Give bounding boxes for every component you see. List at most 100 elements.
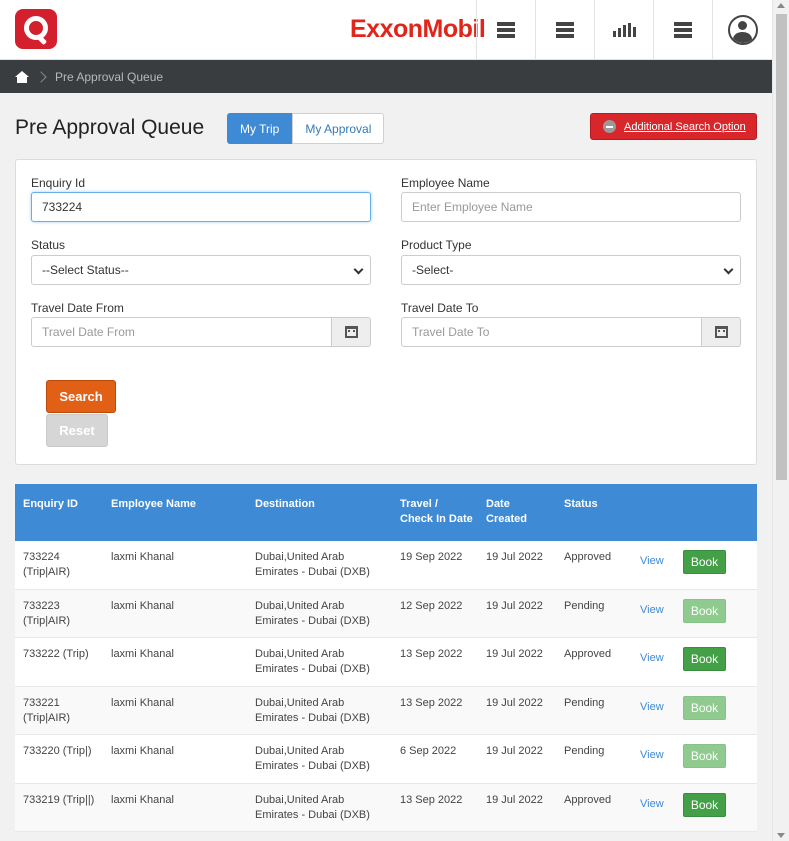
enquiry-id-text: 733223 — [23, 599, 60, 612]
col-employee-name: Employee Name — [111, 498, 196, 510]
travel-to-placeholder: Travel Date To — [412, 325, 490, 339]
destination-line1: Dubai,United Arab — [255, 648, 345, 660]
tab-my-trip[interactable]: My Trip — [227, 113, 293, 144]
view-link[interactable]: View — [640, 798, 664, 810]
travel-from-placeholder: Travel Date From — [42, 325, 135, 339]
cell-date-created: 19 Jul 2022 — [486, 648, 543, 660]
cell-enquiry-id: 733224 (Trip|AIR) — [23, 550, 70, 580]
destination-line1: Dubai,United Arab — [255, 696, 345, 709]
view-link[interactable]: View — [640, 555, 664, 567]
product-type-select[interactable]: -Select- — [401, 255, 741, 285]
enquiry-type-text: (Trip|AIR) — [23, 566, 71, 578]
chevron-down-icon — [353, 264, 364, 275]
book-button[interactable]: Book — [683, 647, 726, 671]
destination-line1: Dubai,United Arab — [255, 551, 345, 563]
search-button[interactable]: Search — [46, 380, 116, 413]
user-button[interactable] — [712, 0, 772, 60]
enquiry-id-input[interactable]: 733224 — [31, 192, 371, 222]
cell-destination: Dubai,United Arab Emirates - Dubai (DXB) — [255, 744, 370, 774]
status-selected: --Select Status-- — [42, 263, 129, 277]
cell-date-created: 19 Jul 2022 — [486, 551, 543, 563]
travel-to-input[interactable]: Travel Date To — [401, 317, 702, 347]
travel-from-input[interactable]: Travel Date From — [31, 317, 332, 347]
table-row: 733222 (Trip) laxmi Khanal Dubai,United Ar… — [15, 638, 757, 687]
additional-search-label: Additional Search Option — [624, 120, 746, 133]
reset-button[interactable]: Reset — [46, 414, 108, 447]
calendar-icon — [714, 326, 728, 338]
page-scrollbar[interactable] — [772, 0, 789, 841]
chevron-right-icon — [35, 70, 47, 83]
destination-line2: Emirates - Dubai (DXB) — [255, 808, 370, 821]
cell-date-created: 19 Jul 2022 — [486, 696, 543, 709]
calendar-icon — [344, 326, 358, 338]
table-row: 733224 (Trip|AIR) laxmi Khanal Dubai,United… — [15, 541, 757, 590]
reports-button[interactable] — [594, 0, 653, 60]
employee-name-input[interactable]: Enter Employee Name — [401, 192, 741, 222]
book-button[interactable]: Book — [683, 598, 726, 623]
cell-travel-date: 13 Sep 2022 — [400, 696, 463, 709]
travel-from-calendar-button[interactable] — [331, 317, 371, 347]
view-link[interactable]: View — [640, 749, 664, 761]
enquiry-type-text: (Trip|AIR) — [23, 614, 71, 627]
destination-line2: Emirates - Dubai (DXB) — [255, 614, 370, 627]
cell-travel-date: 13 Sep 2022 — [400, 648, 463, 660]
cell-enquiry-id: 733219 (Trip||) — [23, 793, 94, 808]
app-logo[interactable] — [15, 9, 57, 49]
enquiry-id-text: 733221 — [23, 696, 60, 709]
cell-employee-name: laxmi Khanal — [111, 745, 174, 757]
destination-line2: Emirates - Dubai (DXB) — [255, 566, 370, 578]
cell-travel-date: 13 Sep 2022 — [400, 793, 463, 806]
scrollbar-thumb[interactable] — [776, 14, 787, 480]
cell-status: Pending — [564, 599, 605, 612]
col-travel-date: Travel / Check In Date — [400, 497, 473, 527]
cell-employee-name: laxmi Khanal — [111, 696, 174, 709]
book-button[interactable]: Book — [683, 792, 726, 817]
menu-button-3[interactable] — [653, 0, 712, 60]
destination-line1: Dubai,United Arab — [255, 793, 345, 806]
cell-status: Pending — [564, 696, 605, 709]
view-link[interactable]: View — [640, 701, 664, 713]
table-row: 733219 (Trip||) laxmi Khanal Dubai,United … — [15, 783, 757, 832]
view-link[interactable]: View — [640, 604, 664, 616]
travel-to-calendar-button[interactable] — [701, 317, 741, 347]
scroll-up-icon[interactable] — [777, 3, 785, 8]
employee-name-label: Employee Name — [401, 176, 490, 190]
book-button[interactable]: Book — [683, 695, 726, 720]
menu-button-2[interactable] — [535, 0, 594, 60]
menu-icon — [674, 20, 692, 40]
col-created-line1: Date — [486, 498, 510, 510]
status-select[interactable]: --Select Status-- — [31, 255, 371, 285]
user-icon — [727, 15, 758, 45]
chevron-down-icon — [723, 264, 734, 275]
additional-search-button[interactable]: Additional Search Option — [590, 113, 757, 140]
table-row: 733220 (Trip|) laxmi Khanal Dubai,United A… — [15, 735, 757, 784]
destination-line2: Emirates - Dubai (DXB) — [255, 663, 370, 675]
home-icon[interactable] — [15, 70, 29, 83]
destination-line1: Dubai,United Arab — [255, 599, 345, 612]
menu-icon — [556, 20, 574, 40]
minus-circle-icon — [603, 120, 616, 133]
cell-status: Approved — [564, 648, 612, 660]
cell-status: Approved — [564, 551, 612, 563]
enquiry-id-text: 733219 (Trip||) — [23, 793, 95, 806]
enquiry-id-text: 733224 — [23, 551, 60, 563]
cell-destination: Dubai,United Arab Emirates - Dubai (DXB) — [255, 793, 370, 823]
scroll-down-icon[interactable] — [777, 833, 785, 838]
book-button[interactable]: Book — [683, 550, 726, 574]
book-button[interactable]: Book — [683, 744, 726, 768]
col-travel-line1: Travel / — [400, 498, 438, 510]
view-link[interactable]: View — [640, 652, 664, 664]
cell-enquiry-id: 733221 (Trip|AIR) — [23, 696, 70, 726]
page-title: Pre Approval Queue — [15, 116, 205, 139]
menu-button-1[interactable] — [476, 0, 535, 60]
breadcrumb-current: Pre Approval Queue — [55, 69, 164, 84]
table-header: Enquiry ID Employee Name Destination Tra… — [15, 484, 757, 541]
top-header: ExxonMobil — [0, 0, 772, 60]
enquiry-id-label: Enquiry Id — [31, 176, 86, 190]
tab-my-approval[interactable]: My Approval — [292, 113, 385, 144]
cell-date-created: 19 Jul 2022 — [486, 793, 543, 806]
table-row: 733223 (Trip|AIR) laxmi Khanal Dubai,United… — [15, 589, 757, 638]
enquiry-id-value: 733224 — [42, 200, 83, 214]
destination-line2: Emirates - Dubai (DXB) — [255, 711, 370, 724]
breadcrumb: Pre Approval Queue — [0, 60, 772, 93]
